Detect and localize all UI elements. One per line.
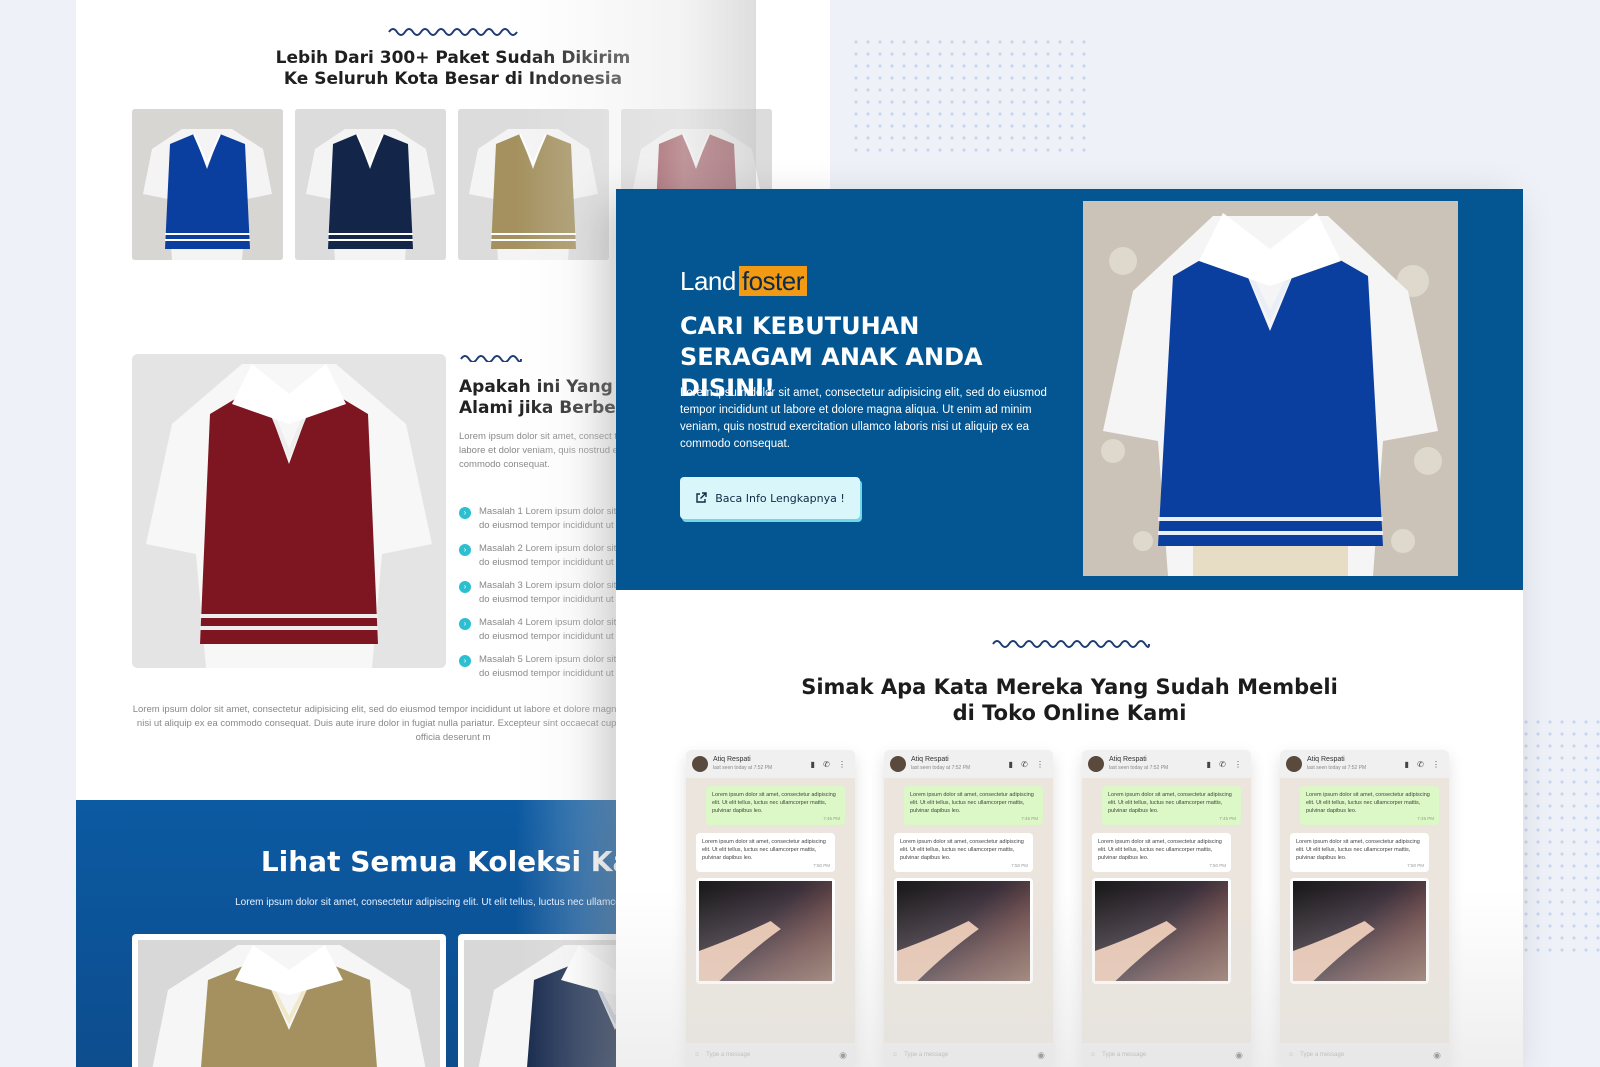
product-thumb-navy[interactable] — [132, 109, 283, 260]
message-input[interactable]: ☺ Type a message ◉ — [1082, 1043, 1251, 1067]
emoji-icon[interactable]: ☺ — [892, 1052, 898, 1058]
chat-bubble-incoming: Lorem ipsum dolor sit amet, consectetur … — [894, 833, 1033, 872]
squiggle-divider — [992, 640, 1150, 648]
landfoster-logo[interactable]: Land foster — [680, 266, 807, 297]
check-circle-icon: › — [459, 655, 471, 667]
whatsapp-testimonial-card[interactable]: Atiq Respati last seen today at 7:52 PM ▮… — [884, 750, 1053, 1067]
dot-pattern-top — [850, 36, 1090, 154]
camera-icon[interactable]: ◉ — [839, 1050, 847, 1061]
chat-bubble-incoming: Lorem ipsum dolor sit amet, consectetur … — [696, 833, 835, 872]
squiggle-divider — [388, 28, 518, 36]
chat-photo — [894, 878, 1033, 984]
check-circle-icon: › — [459, 618, 471, 630]
chat-photo — [696, 878, 835, 984]
avatar — [1286, 756, 1302, 772]
list-item: › Masalah 3 Lorem ipsum dolor sit do eiusm… — [459, 579, 616, 607]
chat-header: Atiq Respati last seen today at 7:52 PM ▮… — [686, 750, 855, 778]
message-input[interactable]: ☺ Type a message ◉ — [884, 1043, 1053, 1067]
product-thumb-dark-navy[interactable] — [295, 109, 446, 260]
chat-bubble-outgoing: Lorem ipsum dolor sit amet, consectetur … — [1102, 786, 1241, 825]
chat-bubble-outgoing: Lorem ipsum dolor sit amet, consectetur … — [1300, 786, 1439, 825]
product-thumb-khaki[interactable] — [458, 109, 609, 260]
squiggle-divider — [460, 355, 522, 362]
chat-photo — [1290, 878, 1429, 984]
chat-bubble-outgoing: Lorem ipsum dolor sit amet, consectetur … — [706, 786, 845, 825]
call-icons: ▮ ✆ ⋮ — [1404, 759, 1443, 769]
front-landing-page: Land foster Cari Kebutuhan Seragam Anak A… — [616, 189, 1523, 1067]
dot-pattern-right — [1520, 716, 1600, 960]
list-item: › Masalah 5 Lorem ipsum dolor sit do eiusm… — [459, 653, 616, 681]
avatar — [692, 756, 708, 772]
camera-icon[interactable]: ◉ — [1235, 1050, 1243, 1061]
message-input[interactable]: ☺ Type a message ◉ — [1280, 1043, 1449, 1067]
problem-list: › Masalah 1 Lorem ipsum dolor sit do eiusm… — [459, 505, 616, 690]
chat-bubble-incoming: Lorem ipsum dolor sit amet, consectetur … — [1290, 833, 1429, 872]
check-circle-icon: › — [459, 581, 471, 593]
call-icons: ▮ ✆ ⋮ — [1206, 759, 1245, 769]
whatsapp-testimonial-card[interactable]: Atiq Respati last seen today at 7:52 PM ▮… — [1280, 750, 1449, 1067]
list-item: › Masalah 1 Lorem ipsum dolor sit do eiusm… — [459, 505, 616, 533]
chat-bubble-incoming: Lorem ipsum dolor sit amet, consectetur … — [1092, 833, 1231, 872]
camera-icon[interactable]: ◉ — [1037, 1050, 1045, 1061]
collection-card-khaki[interactable] — [132, 934, 446, 1067]
emoji-icon[interactable]: ☺ — [1288, 1052, 1294, 1058]
problem-title: Apakah ini Yang S Alami jika Berbela — [459, 377, 634, 418]
call-icons: ▮ ✆ ⋮ — [1008, 759, 1047, 769]
list-item: › Masalah 2 Lorem ipsum dolor sit do eiusm… — [459, 542, 616, 570]
delivery-title: Lebih Dari 300+ Paket Sudah Dikirim Ke S… — [275, 48, 631, 89]
hero-section: Land foster Cari Kebutuhan Seragam Anak A… — [616, 189, 1523, 590]
avatar — [890, 756, 906, 772]
whatsapp-testimonial-card[interactable]: Atiq Respati last seen today at 7:52 PM ▮… — [686, 750, 855, 1067]
emoji-icon[interactable]: ☺ — [694, 1052, 700, 1058]
read-more-button[interactable]: Baca Info Lengkapnya ! — [680, 477, 860, 519]
hero-body: Lorem ipsum dolor sit amet, consectetur … — [680, 387, 1047, 450]
external-link-icon — [696, 492, 707, 503]
chat-bubble-outgoing: Lorem ipsum dolor sit amet, consectetur … — [904, 786, 1043, 825]
avatar — [1088, 756, 1104, 772]
hero-vest-photo — [1083, 201, 1458, 576]
whatsapp-testimonial-card[interactable]: Atiq Respati last seen today at 7:52 PM ▮… — [1082, 750, 1251, 1067]
testimonial-screenshots: Atiq Respati last seen today at 7:52 PM ▮… — [686, 750, 1449, 1067]
chat-header: Atiq Respati last seen today at 7:52 PM ▮… — [1280, 750, 1449, 778]
camera-icon[interactable]: ◉ — [1433, 1050, 1441, 1061]
chat-header: Atiq Respati last seen today at 7:52 PM ▮… — [884, 750, 1053, 778]
chat-photo — [1092, 878, 1231, 984]
list-item: › Masalah 4 Lorem ipsum dolor sit do eiusm… — [459, 616, 616, 644]
emoji-icon[interactable]: ☺ — [1090, 1052, 1096, 1058]
testimonial-title: Simak Apa Kata Mereka Yang Sudah Membeli… — [801, 675, 1338, 725]
check-circle-icon: › — [459, 507, 471, 519]
message-input[interactable]: ☺ Type a message ◉ — [686, 1043, 855, 1067]
chat-header: Atiq Respati last seen today at 7:52 PM ▮… — [1082, 750, 1251, 778]
call-icons: ▮ ✆ ⋮ — [810, 759, 849, 769]
maroon-vest-photo — [132, 354, 446, 668]
check-circle-icon: › — [459, 544, 471, 556]
